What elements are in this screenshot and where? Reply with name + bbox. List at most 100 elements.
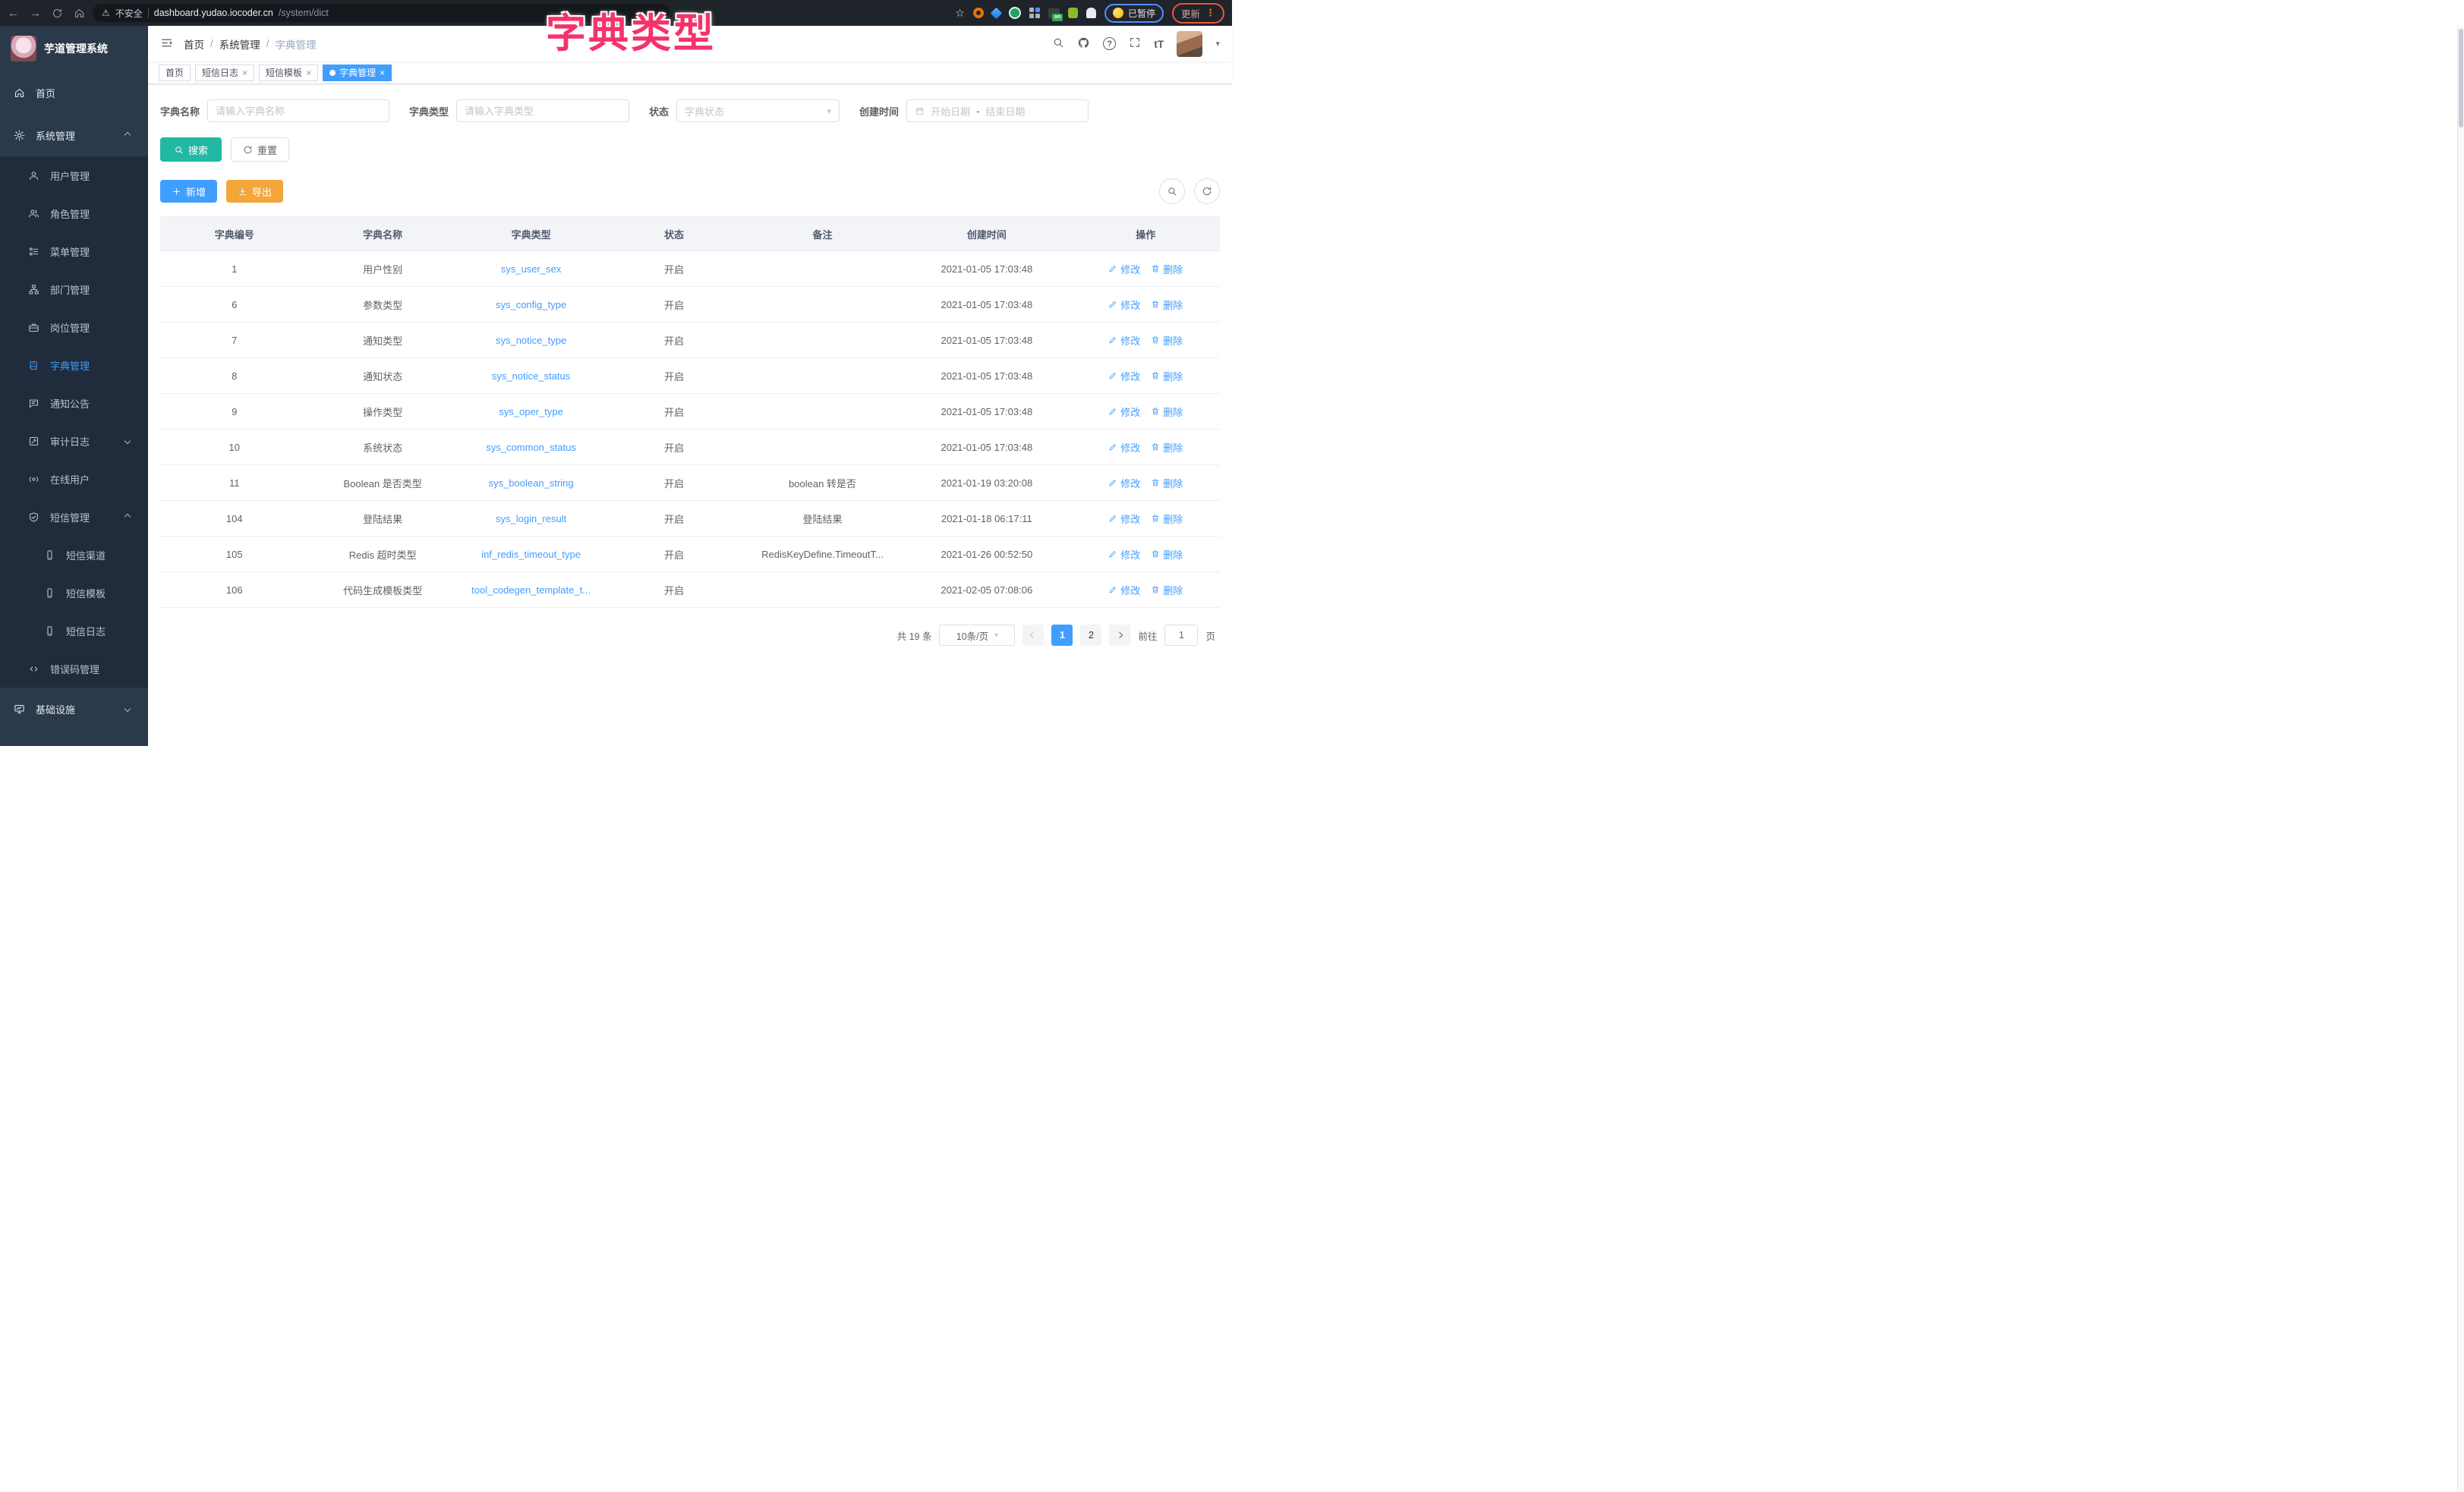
tab-sms-template[interactable]: 短信模板 × [259,64,319,81]
delete-button[interactable]: 删除 [1151,440,1183,455]
more-menu-icon[interactable]: ⋮ [1205,7,1215,19]
prev-page-button[interactable] [1022,625,1045,646]
toggle-search-button[interactable] [1159,178,1185,204]
dict-type-link[interactable]: tool_codegen_template_t... [471,584,591,596]
extension-gem-icon[interactable] [990,7,1003,19]
edit-button[interactable]: 修改 [1108,333,1140,348]
breadcrumb-home[interactable]: 首页 [184,36,204,52]
edit-button[interactable]: 修改 [1108,297,1140,312]
goto-page-input[interactable] [1164,625,1199,646]
date-end-placeholder[interactable]: 结束日期 [985,104,1025,118]
sidebar-item-sms-channel[interactable]: 短信渠道 [0,536,148,574]
header-search-icon[interactable] [1052,36,1064,51]
sidebar-item-notices[interactable]: 通知公告 [0,384,148,422]
dict-type-link[interactable]: sys_notice_type [496,335,566,346]
dict-type-link[interactable]: sys_boolean_string [489,477,574,489]
reload-icon[interactable] [52,8,63,19]
help-icon[interactable]: ? [1103,37,1117,50]
sidebar-item-sms-log[interactable]: 短信日志 [0,612,148,650]
tab-dict-active[interactable]: 字典管理 × [323,64,392,81]
edit-button[interactable]: 修改 [1108,440,1140,455]
close-icon[interactable]: × [242,68,247,78]
delete-button[interactable]: 删除 [1151,583,1183,597]
breadcrumb-system[interactable]: 系统管理 [219,36,260,52]
date-range-picker[interactable]: 开始日期 - 结束日期 [906,99,1089,122]
delete-button[interactable]: 删除 [1151,547,1183,562]
sidebar-item-infrastructure[interactable]: 基础设施 [0,688,148,730]
page-button-2[interactable]: 2 [1080,625,1102,646]
export-button[interactable]: 导出 [226,180,284,203]
edit-button[interactable]: 修改 [1108,511,1140,526]
page-scrollbar[interactable] [2457,26,2464,1492]
sidebar-item-home[interactable]: 首页 [0,71,148,114]
edit-button[interactable]: 修改 [1108,369,1140,383]
sidebar-item-posts[interactable]: 岗位管理 [0,308,148,346]
edit-button[interactable]: 修改 [1108,262,1140,276]
extension-ring-icon[interactable] [972,8,984,18]
delete-button[interactable]: 删除 [1151,333,1183,348]
delete-button[interactable]: 删除 [1151,262,1183,276]
dict-type-link[interactable]: sys_oper_type [499,406,563,417]
dict-type-input[interactable] [456,99,630,122]
dict-type-link[interactable]: sys_common_status [486,442,576,453]
dict-type-link[interactable]: sys_config_type [496,299,566,310]
search-button[interactable]: 搜索 [160,137,222,162]
sidebar-item-sms-template[interactable]: 短信模板 [0,574,148,612]
refresh-table-button[interactable] [1194,178,1220,204]
avatar[interactable] [1177,30,1203,57]
dict-type-link[interactable]: sys_login_result [496,513,566,524]
vue-devtools-icon[interactable] [1008,7,1021,19]
reset-button[interactable]: 重置 [231,137,290,162]
add-button[interactable]: 新增 [160,180,218,203]
sidebar-item-online-users[interactable]: 在线用户 [0,460,148,498]
forward-icon[interactable]: → [30,7,41,20]
browser-home-icon[interactable] [74,8,85,19]
delete-button[interactable]: 删除 [1151,511,1183,526]
extension-ghost-icon[interactable] [1085,8,1096,18]
sidebar-item-sms[interactable]: 短信管理 [0,498,148,536]
scrollbar-thumb[interactable] [2459,29,2463,127]
github-icon[interactable] [1077,36,1090,52]
profile-paused-chip[interactable]: 已暂停 [1104,3,1164,23]
sidebar-item-roles[interactable]: 角色管理 [0,194,148,232]
page-button-1[interactable]: 1 [1051,625,1073,646]
fullscreen-icon[interactable] [1129,36,1141,51]
edit-button[interactable]: 修改 [1108,404,1140,419]
next-page-button[interactable] [1109,625,1131,646]
delete-button[interactable]: 删除 [1151,297,1183,312]
font-size-icon[interactable]: tT [1154,38,1164,50]
sidebar-item-dict[interactable]: 字典管理 [0,346,148,384]
extension-on-icon[interactable]: on [1048,8,1063,21]
back-icon[interactable]: ← [8,7,19,20]
delete-button[interactable]: 删除 [1151,404,1183,419]
dict-type-link[interactable]: sys_user_sex [501,263,561,275]
sidebar-item-users[interactable]: 用户管理 [0,156,148,194]
security-label[interactable]: 不安全 [115,7,143,20]
tab-sms-log[interactable]: 短信日志 × [195,64,255,81]
tab-home[interactable]: 首页 [159,64,191,81]
extension-bot-icon[interactable] [1067,8,1078,18]
close-icon[interactable]: × [380,68,385,78]
delete-button[interactable]: 删除 [1151,369,1183,383]
page-size-select[interactable]: 10条/页 ▾ [939,625,1016,646]
edit-button[interactable]: 修改 [1108,583,1140,597]
update-button[interactable]: 更新 ⋮ [1171,2,1224,24]
close-icon[interactable]: × [306,68,311,78]
sidebar-item-menus[interactable]: 菜单管理 [0,232,148,270]
edit-button[interactable]: 修改 [1108,547,1140,562]
edit-button[interactable]: 修改 [1108,476,1140,490]
dict-name-input[interactable] [207,99,390,122]
extension-grid-icon[interactable] [1029,8,1040,18]
avatar-caret-icon[interactable]: ▾ [1215,39,1220,49]
sidebar-item-system[interactable]: 系统管理 [0,114,148,156]
bookmark-star-icon[interactable]: ☆ [955,7,965,20]
dict-type-link[interactable]: sys_notice_status [492,370,570,382]
dict-type-link[interactable]: inf_redis_timeout_type [481,549,581,560]
hamburger-collapse-icon[interactable] [160,36,173,52]
sidebar-item-error-codes[interactable]: 错误码管理 [0,650,148,688]
delete-button[interactable]: 删除 [1151,476,1183,490]
status-select[interactable]: 字典状态 ▾ [676,99,840,122]
date-start-placeholder[interactable]: 开始日期 [931,104,970,118]
sidebar-item-departments[interactable]: 部门管理 [0,270,148,308]
sidebar-item-audit-log[interactable]: 审计日志 [0,422,148,460]
